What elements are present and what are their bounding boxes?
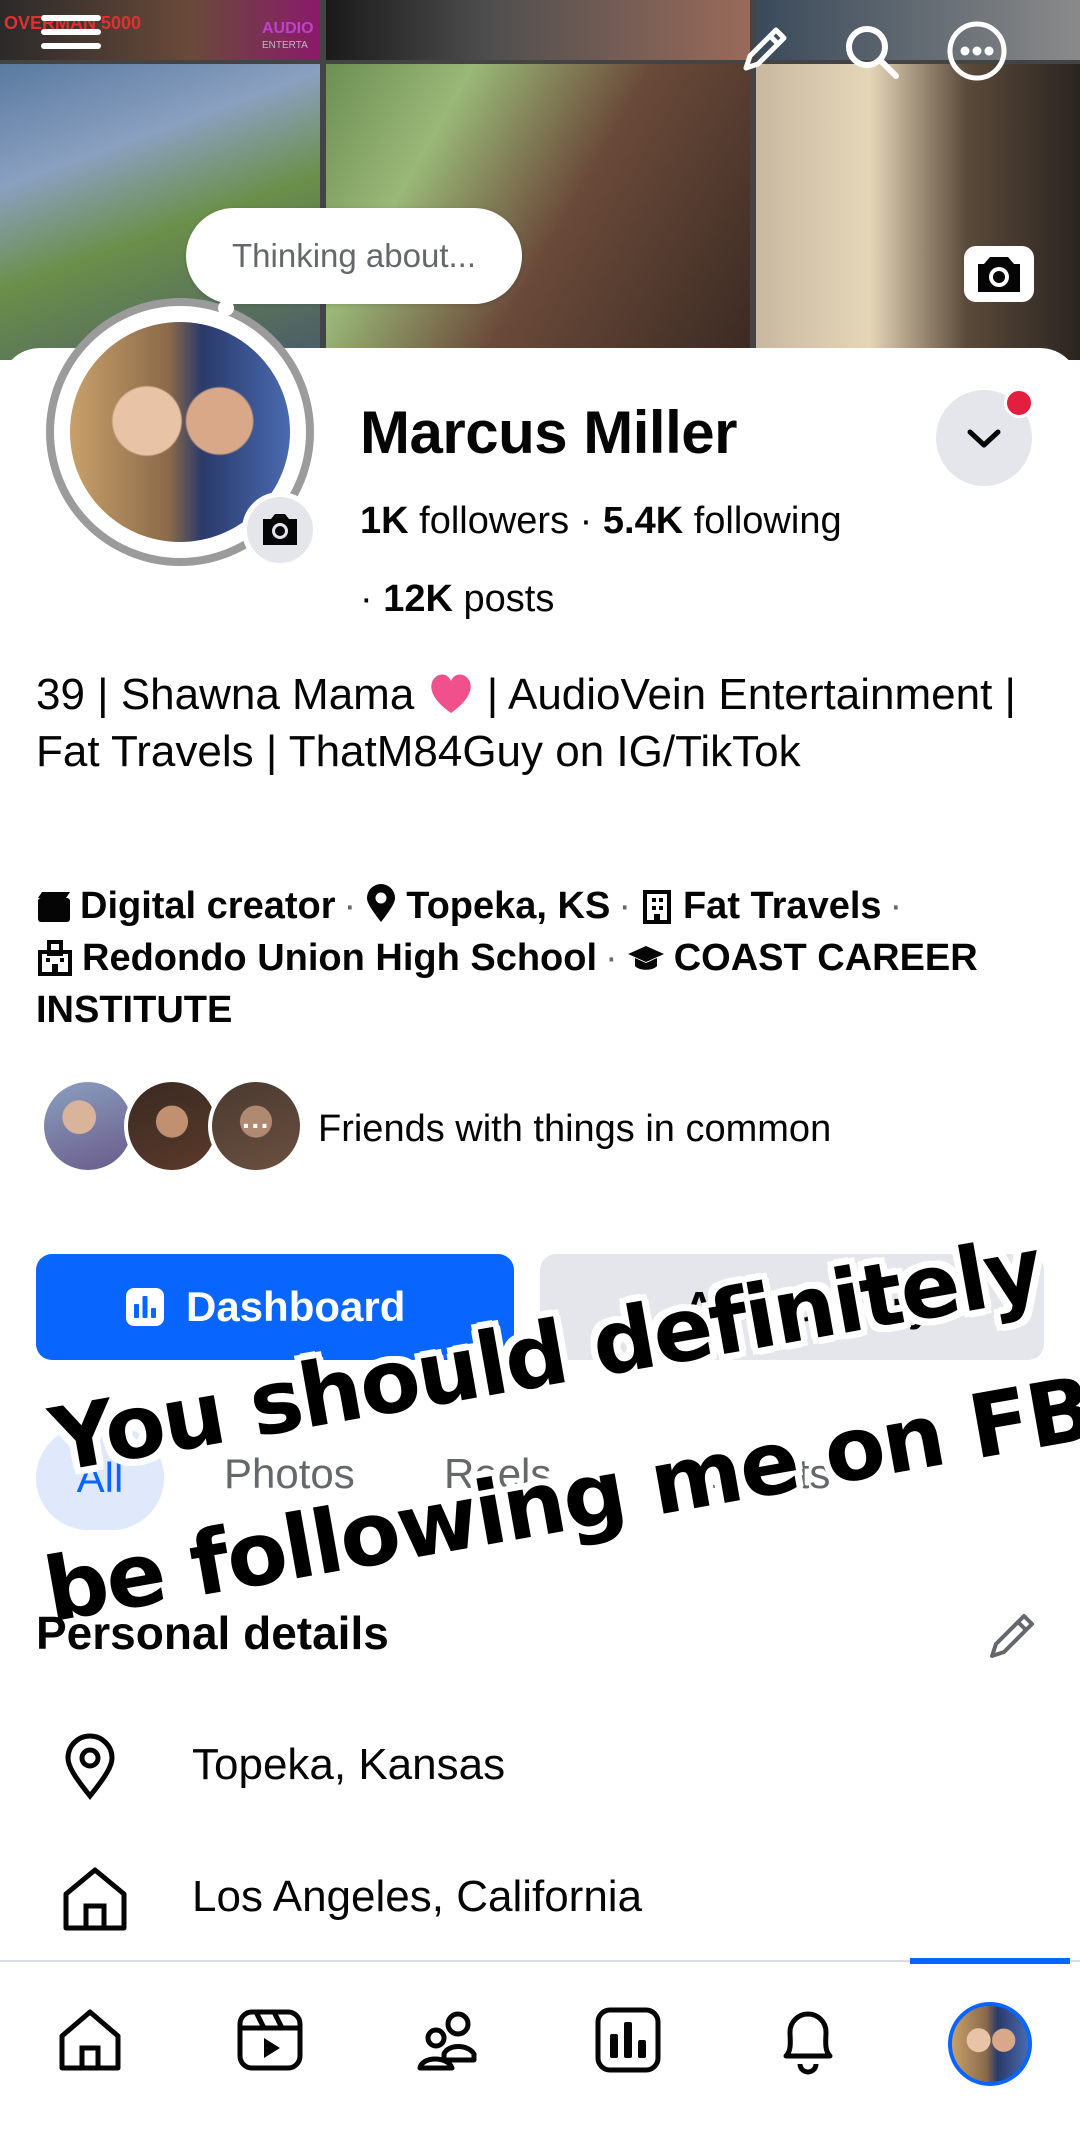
notification-dot: [1004, 388, 1034, 418]
edit-cover-camera-icon[interactable]: [964, 246, 1034, 302]
cover-tile: [756, 0, 1080, 60]
profile-avatar[interactable]: [948, 2002, 1032, 2086]
stats-separator: ·: [360, 578, 373, 620]
profile-stats-posts: · 12K posts: [360, 578, 554, 621]
intro-workplace[interactable]: Fat Travels: [683, 885, 882, 927]
separator: ·: [605, 937, 618, 979]
more-options-icon[interactable]: [946, 20, 1008, 82]
profile-name: Marcus Miller: [360, 399, 737, 466]
detail-row-current-city[interactable]: Topeka, Kansas: [60, 1724, 1040, 1804]
edit-pencil-icon[interactable]: [738, 22, 792, 76]
friends-icon[interactable]: [412, 2004, 484, 2081]
bell-icon[interactable]: [772, 2004, 844, 2081]
intro-category: Digital creator: [80, 885, 336, 927]
home-icon: [63, 1867, 127, 1931]
thought-bubble-tail: [218, 300, 234, 316]
detail-hometown: Los Angeles, California: [192, 1872, 643, 1921]
edit-avatar-camera-icon[interactable]: [242, 492, 318, 568]
menu-icon[interactable]: [40, 12, 102, 52]
add-to-story-label: Add to story: [684, 1283, 932, 1330]
cover-tile-text: AUDIO: [262, 20, 314, 37]
home-icon[interactable]: [54, 2004, 126, 2081]
school-icon: [38, 940, 72, 976]
clapperboard-icon: [38, 892, 70, 922]
cover-tile: [756, 64, 1080, 360]
dashboard-icon[interactable]: [592, 2004, 664, 2081]
profile-bio: 39 | Shawna Mama | AudioVein Entertainme…: [36, 666, 1046, 780]
tab-all-label: All: [76, 1454, 124, 1501]
building-icon: [642, 890, 671, 924]
add-to-story-button[interactable]: Add to story: [540, 1254, 1044, 1360]
tab-photos[interactable]: Photos: [224, 1450, 355, 1498]
tab-events[interactable]: Events: [702, 1450, 830, 1498]
dashboard-button[interactable]: Dashboard: [36, 1254, 514, 1360]
cover-tile: [326, 0, 750, 60]
mutual-friends-label[interactable]: Friends with things in common: [318, 1108, 831, 1151]
dashboard-icon: [126, 1288, 164, 1326]
following-count[interactable]: 5.4K: [603, 500, 683, 542]
intro-high-school[interactable]: Redondo Union High School: [82, 937, 597, 979]
friend-avatar[interactable]: [124, 1078, 220, 1174]
active-tab-indicator: [910, 1958, 1070, 1964]
friend-avatar[interactable]: [40, 1078, 136, 1174]
detail-current-city: Topeka, Kansas: [192, 1740, 506, 1789]
detail-row-hometown[interactable]: Los Angeles, California: [60, 1856, 1040, 1936]
bio-text: 39 | Shawna Mama: [36, 670, 427, 719]
intro-details: Digital creator · Topeka, KS · Fat Travels · R…: [36, 880, 1056, 1036]
separator: ·: [889, 885, 903, 927]
profile-stats: 1K followers · 5.4K following: [360, 500, 842, 543]
following-label[interactable]: following: [694, 500, 842, 542]
chevron-down-icon: [967, 429, 1001, 448]
more-friends-icon: ···: [242, 1110, 270, 1141]
thought-bubble-text: Thinking about...: [232, 237, 476, 274]
separator: ·: [618, 885, 631, 927]
bottom-navigation: [0, 1960, 1080, 2142]
search-icon[interactable]: [842, 22, 902, 82]
video-icon[interactable]: [234, 2004, 306, 2081]
intro-location[interactable]: Topeka, KS: [406, 885, 610, 927]
posts-count: 12K: [383, 578, 453, 620]
followers-count[interactable]: 1K: [360, 500, 409, 542]
location-pin-icon: [65, 1733, 115, 1801]
cover-tile-text: ENTERTA: [262, 40, 308, 51]
dashboard-button-label: Dashboard: [186, 1283, 406, 1330]
personal-details-title: Personal details: [36, 1607, 389, 1659]
edit-details-pencil-icon[interactable]: [986, 1608, 1040, 1667]
stats-separator: ·: [569, 500, 603, 542]
followers-label[interactable]: followers: [419, 500, 569, 542]
tab-reels[interactable]: Reels: [444, 1450, 551, 1498]
location-pin-icon: [367, 884, 396, 922]
separator: ·: [343, 885, 357, 927]
graduation-cap-icon: [627, 946, 664, 970]
tab-all[interactable]: All: [36, 1426, 164, 1530]
thought-bubble[interactable]: Thinking about...: [186, 208, 522, 304]
pink-heart-emoji: [430, 674, 471, 713]
posts-label: posts: [463, 578, 555, 620]
